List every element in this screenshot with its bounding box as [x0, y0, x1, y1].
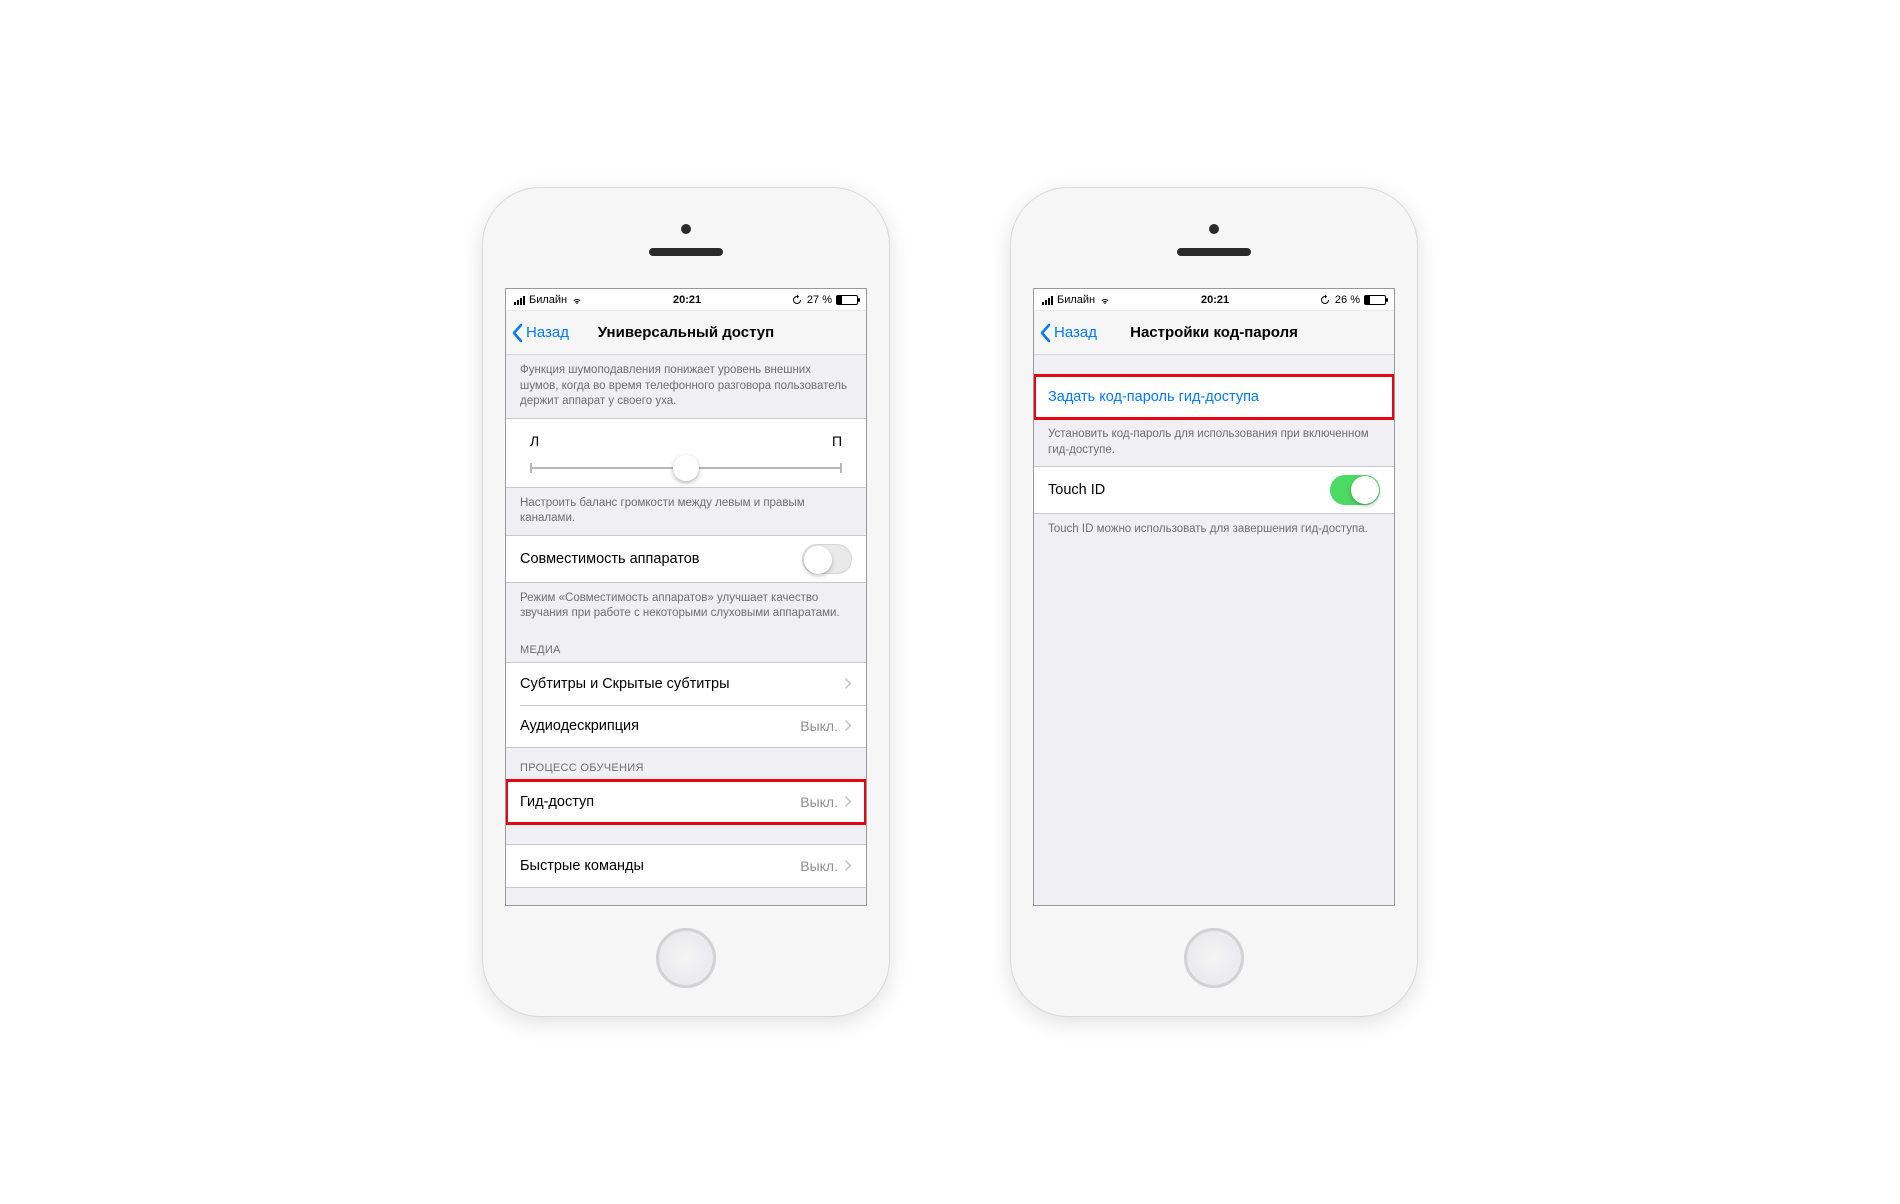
- phone-speaker: [649, 248, 723, 256]
- touch-id-row[interactable]: Touch ID: [1034, 467, 1394, 513]
- battery-percent: 26 %: [1335, 294, 1360, 306]
- slider-tick-left: [530, 463, 532, 473]
- phone-camera-dot: [681, 224, 691, 234]
- content-area[interactable]: Функция шумоподавления понижает уровень …: [506, 355, 866, 905]
- set-passcode-row[interactable]: Задать код-пароль гид-доступа: [1034, 376, 1394, 418]
- set-passcode-label: Задать код-пароль гид-доступа: [1048, 389, 1259, 405]
- touch-id-description: Touch ID можно использовать для завершен…: [1034, 514, 1394, 546]
- chevron-left-icon: [510, 323, 524, 343]
- subtitles-label: Субтитры и Скрытые субтитры: [520, 676, 730, 692]
- set-passcode-row-highlight: Задать код-пароль гид-доступа: [1034, 375, 1394, 419]
- nav-bar: Назад Универсальный доступ: [506, 311, 866, 355]
- orientation-lock-icon: [791, 294, 803, 306]
- phone-camera-dot: [1209, 224, 1219, 234]
- balance-slider[interactable]: [530, 467, 842, 469]
- slider-thumb[interactable]: [673, 455, 699, 481]
- phone-mockup-right: Билайн 20:21 26 % Назад: [1010, 187, 1418, 1017]
- phone-speaker: [1177, 248, 1251, 256]
- page-title: Настройки код-пароля: [1130, 324, 1298, 341]
- chevron-right-icon: [844, 859, 852, 872]
- back-button[interactable]: Назад: [506, 323, 569, 343]
- hearing-aid-row[interactable]: Совместимость аппаратов: [506, 536, 866, 582]
- back-button[interactable]: Назад: [1034, 323, 1097, 343]
- hearing-aid-toggle[interactable]: [802, 544, 852, 574]
- balance-description: Настроить баланс громкости между левым и…: [506, 488, 866, 535]
- audiodescription-value: Выкл.: [800, 718, 838, 734]
- status-time: 20:21: [673, 294, 701, 306]
- status-bar: Билайн 20:21 26 %: [1034, 289, 1394, 311]
- phone-mockup-left: Билайн 20:21 27 % Наза: [482, 187, 890, 1017]
- home-button[interactable]: [1184, 928, 1244, 988]
- screen-left: Билайн 20:21 27 % Наза: [505, 288, 867, 906]
- guided-access-row[interactable]: Гид-доступ Выкл.: [506, 781, 866, 823]
- balance-left-label: Л: [530, 433, 539, 449]
- guided-access-label: Гид-доступ: [520, 794, 594, 810]
- battery-percent: 27 %: [807, 294, 832, 306]
- battery-icon: [1364, 295, 1386, 305]
- wifi-icon: [1099, 294, 1111, 306]
- shortcuts-value: Выкл.: [800, 858, 838, 874]
- section-header-learning: ПРОЦЕСС ОБУЧЕНИЯ: [506, 748, 866, 780]
- home-button[interactable]: [656, 928, 716, 988]
- status-bar: Билайн 20:21 27 %: [506, 289, 866, 311]
- battery-icon: [836, 295, 858, 305]
- back-label: Назад: [526, 324, 569, 341]
- section-header-media: МЕДИА: [506, 630, 866, 662]
- chevron-right-icon: [844, 795, 852, 808]
- touch-id-label: Touch ID: [1048, 482, 1105, 498]
- subtitles-row[interactable]: Субтитры и Скрытые субтитры: [506, 663, 866, 705]
- back-label: Назад: [1054, 324, 1097, 341]
- set-passcode-description: Установить код-пароль для использования …: [1034, 419, 1394, 466]
- carrier-name: Билайн: [1057, 294, 1095, 306]
- noise-cancel-description: Функция шумоподавления понижает уровень …: [506, 355, 866, 418]
- nav-bar: Назад Настройки код-пароля: [1034, 311, 1394, 355]
- audiodescription-label: Аудиодескрипция: [520, 718, 639, 734]
- signal-icon: [514, 295, 525, 305]
- guided-access-row-highlight: Гид-доступ Выкл.: [506, 780, 866, 824]
- wifi-icon: [571, 294, 583, 306]
- orientation-lock-icon: [1319, 294, 1331, 306]
- audio-balance-control: Л П: [506, 418, 866, 488]
- slider-tick-right: [840, 463, 842, 473]
- guided-access-value: Выкл.: [800, 794, 838, 810]
- page-title: Универсальный доступ: [598, 324, 774, 341]
- touch-id-toggle[interactable]: [1330, 475, 1380, 505]
- shortcuts-label: Быстрые команды: [520, 858, 644, 874]
- chevron-left-icon: [1038, 323, 1052, 343]
- signal-icon: [1042, 295, 1053, 305]
- carrier-name: Билайн: [529, 294, 567, 306]
- shortcuts-row[interactable]: Быстрые команды Выкл.: [506, 845, 866, 887]
- hearing-aid-description: Режим «Совместимость аппаратов» улучшает…: [506, 583, 866, 630]
- content-area[interactable]: Задать код-пароль гид-доступа Установить…: [1034, 355, 1394, 905]
- hearing-aid-label: Совместимость аппаратов: [520, 551, 700, 567]
- chevron-right-icon: [844, 677, 852, 690]
- screen-right: Билайн 20:21 26 % Назад: [1033, 288, 1395, 906]
- chevron-right-icon: [844, 719, 852, 732]
- balance-right-label: П: [832, 433, 842, 449]
- status-time: 20:21: [1201, 294, 1229, 306]
- audiodescription-row[interactable]: Аудиодескрипция Выкл.: [506, 705, 866, 747]
